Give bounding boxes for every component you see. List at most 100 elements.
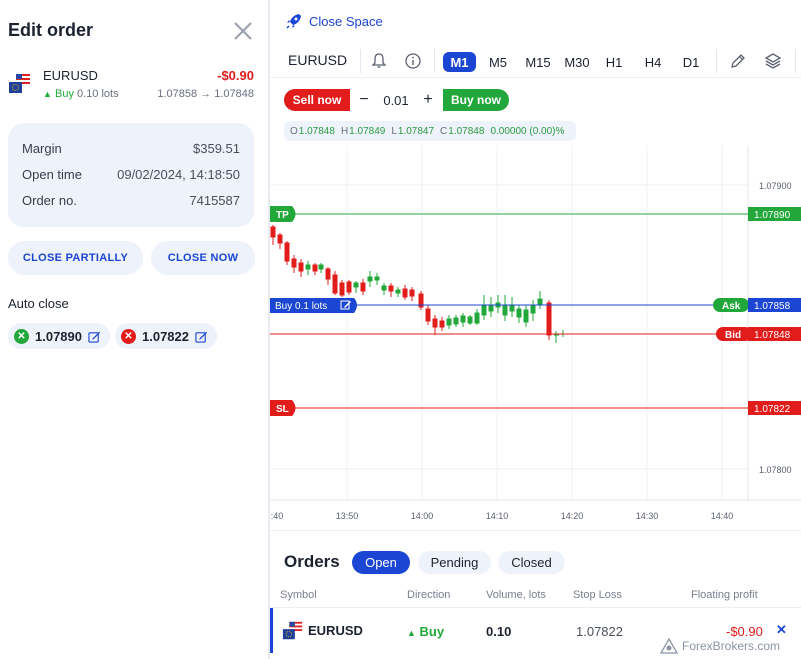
tf-m15[interactable]: M15 — [520, 52, 556, 72]
price-tick: 1.07900 — [759, 181, 792, 191]
row-direction-label: Buy — [419, 624, 445, 639]
bell-icon[interactable] — [370, 52, 388, 70]
toolbar-divider — [434, 49, 435, 73]
order-no-row: Order no. 7415587 — [22, 193, 240, 208]
row-floating-profit: -$0.90 — [726, 624, 763, 639]
take-profit-chip[interactable]: ✕ 1.07890 — [8, 323, 110, 349]
time-tick: 14:10 — [486, 511, 509, 521]
auto-close-label: Auto close — [8, 296, 69, 311]
tp-price: 1.07890 — [754, 210, 791, 221]
up-arrow-icon: ▲ — [43, 89, 52, 99]
rocket-icon — [286, 14, 301, 29]
watermark: ForexBrokers.com — [660, 638, 780, 654]
open-time-label: Open time — [22, 167, 82, 182]
order-no-value: 7415587 — [189, 193, 240, 208]
close-position-icon[interactable]: ✕ — [776, 622, 787, 638]
time-tick: 13:50 — [336, 511, 359, 521]
bid-label: Bid — [725, 330, 741, 341]
chart-grid — [270, 145, 748, 500]
open-time-row: Open time 09/02/2024, 14:18:50 — [22, 167, 240, 182]
col-volume[interactable]: Volume, lots — [486, 589, 546, 601]
col-symbol[interactable]: Symbol — [280, 589, 317, 601]
col-stop-loss[interactable]: Stop Loss — [573, 589, 622, 601]
row-symbol: EURUSD — [308, 623, 363, 638]
tf-m30[interactable]: M30 — [560, 52, 594, 72]
open-value: 1.07848 — [298, 125, 335, 137]
ohlc-readout: O 1.07848 H 1.07849 L 1.07847 C 1.07848 0.00… — [284, 121, 577, 141]
close-now-button[interactable]: CLOSE NOW — [151, 241, 255, 275]
tf-d1[interactable]: D1 — [677, 52, 705, 72]
toolbar-divider — [716, 49, 717, 73]
floating-pl: -$0.90 — [217, 68, 254, 83]
tp-price-tag: 1.07890 — [748, 207, 801, 221]
open-time-value: 09/02/2024, 14:18:50 — [117, 167, 240, 182]
price-chart[interactable]: 1.07900 1.07800 :40 13:50 14:00 14:10 14… — [270, 145, 801, 530]
bid-tag: Bid 1.07848 — [716, 327, 801, 341]
check-icon: ✕ — [14, 328, 29, 344]
sell-now-button[interactable]: Sell now — [284, 89, 350, 111]
edit-icon[interactable] — [195, 330, 208, 343]
tf-h1[interactable]: H1 — [600, 52, 628, 72]
buy-now-button[interactable]: Buy now — [443, 89, 509, 111]
tf-m1[interactable]: M1 — [443, 52, 476, 72]
eurusd-flag-icon — [9, 74, 30, 93]
up-arrow-icon: ▲ — [407, 628, 416, 638]
edit-icon[interactable] — [88, 330, 101, 343]
close-partially-button[interactable]: CLOSE PARTIALLY — [8, 241, 143, 275]
tab-pending[interactable]: Pending — [418, 551, 491, 574]
sl-tag[interactable]: SL — [270, 400, 296, 416]
row-selected-indicator — [270, 608, 273, 653]
bid-price: 1.07848 — [754, 330, 791, 341]
watermark-logo-icon — [660, 638, 678, 654]
tab-closed[interactable]: Closed — [498, 551, 565, 574]
sl-price: 1.07822 — [754, 404, 791, 415]
info-icon[interactable] — [404, 52, 422, 70]
symbol-selector[interactable]: EURUSD — [288, 52, 347, 68]
position-tag[interactable]: Buy 0.1 lots — [270, 298, 357, 313]
row-volume: 0.10 — [486, 624, 512, 639]
sl-tag-label: SL — [276, 404, 289, 415]
tf-h4[interactable]: H4 — [639, 52, 667, 72]
toolbar-divider — [795, 49, 796, 73]
tp-tag[interactable]: TP — [270, 206, 296, 222]
quantity-decrease-button[interactable]: − — [352, 89, 376, 111]
watermark-text: ForexBrokers.com — [682, 639, 781, 653]
pencil-icon[interactable] — [729, 52, 747, 70]
price-tick: 1.07800 — [759, 465, 792, 475]
margin-value: $359.51 — [193, 141, 240, 156]
direction-lots: ▲ Buy 0.10 lots — [43, 88, 119, 100]
tab-open[interactable]: Open — [352, 551, 410, 574]
eurusd-flag-icon — [282, 621, 303, 640]
take-profit-value: 1.07890 — [35, 328, 82, 344]
low-key: L — [391, 125, 397, 137]
close-space-link[interactable]: Close Space — [285, 12, 383, 30]
ask-price: 1.07858 — [754, 301, 791, 312]
stop-loss-value: 1.07822 — [142, 328, 189, 344]
symbol-name: EURUSD — [43, 68, 98, 83]
quantity-increase-button[interactable]: + — [416, 89, 440, 111]
close-value: 1.07848 — [448, 125, 485, 137]
close-key: C — [440, 125, 448, 137]
col-direction[interactable]: Direction — [407, 589, 450, 601]
order-no-label: Order no. — [22, 193, 77, 208]
price-change: 1.07858 → 1.07848 — [157, 88, 254, 100]
time-tick: 14:40 — [711, 511, 734, 521]
quantity-input[interactable]: 0.01 — [378, 89, 414, 111]
stop-loss-chip[interactable]: ✕ 1.07822 — [115, 323, 217, 349]
time-tick: :40 — [271, 511, 284, 521]
close-icon[interactable] — [232, 20, 254, 42]
margin-label: Margin — [22, 141, 62, 156]
orders-title: Orders — [284, 552, 340, 571]
lots-label: 0.10 lots — [77, 88, 119, 100]
toolbar-divider — [360, 49, 361, 73]
time-tick: 14:20 — [561, 511, 584, 521]
order-info-card: Margin $359.51 Open time 09/02/2024, 14:… — [8, 123, 254, 227]
time-tick: 14:00 — [411, 511, 434, 521]
row-stop-loss: 1.07822 — [576, 624, 623, 639]
col-floating-profit[interactable]: Floating profit — [691, 589, 758, 601]
layers-icon[interactable] — [764, 52, 782, 70]
ask-label: Ask — [722, 301, 741, 312]
cancel-icon: ✕ — [121, 328, 136, 344]
tf-m5[interactable]: M5 — [483, 52, 513, 72]
change-value: 0.00000 (0.00)% — [490, 125, 565, 137]
